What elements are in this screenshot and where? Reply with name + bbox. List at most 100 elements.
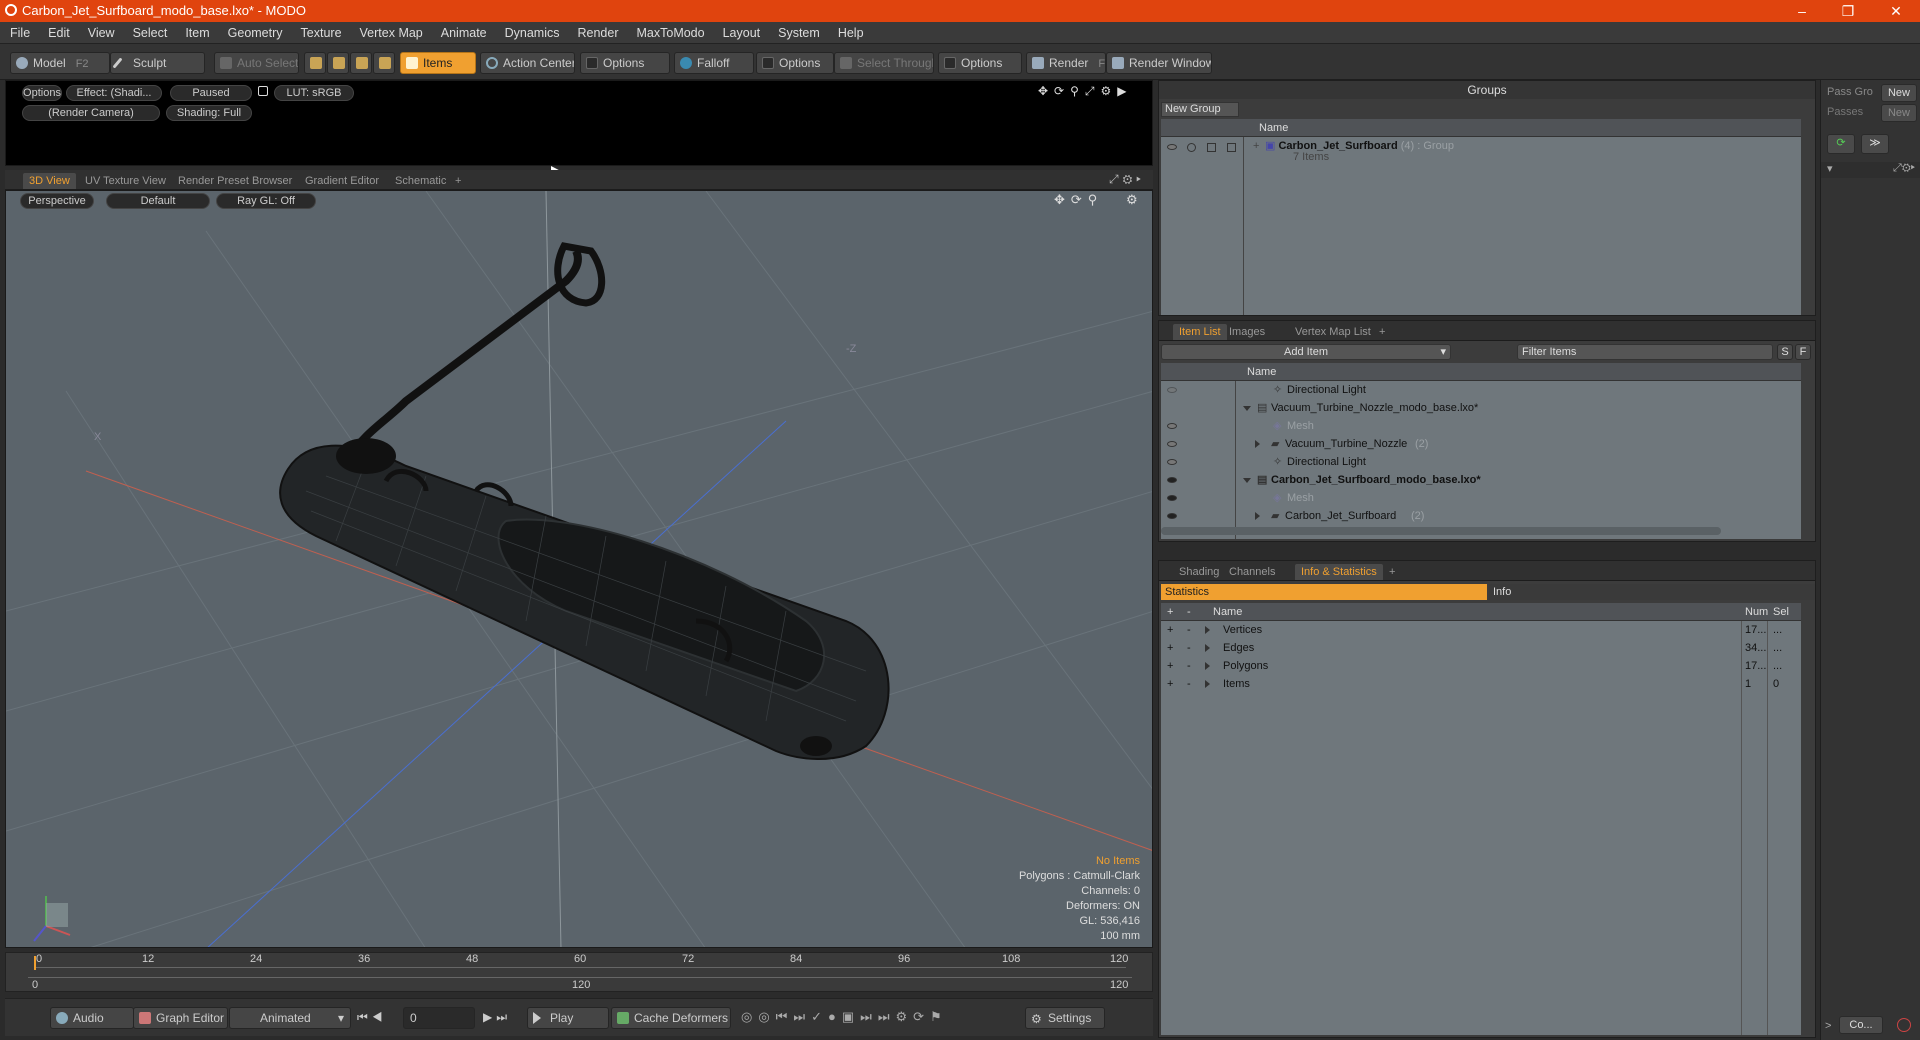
expand-arrow-icon[interactable] <box>1205 680 1210 688</box>
item-row[interactable]: ◈ Mesh <box>1161 417 1801 435</box>
close-button[interactable]: ✕ <box>1876 1 1916 21</box>
tab-info-statistics[interactable]: Info & Statistics <box>1295 564 1383 580</box>
shading-default-dropdown[interactable]: Default <box>106 193 210 209</box>
tab-images[interactable]: Images <box>1223 324 1271 340</box>
audio-button[interactable]: Audio <box>50 1007 134 1029</box>
tab-gradient-editor[interactable]: Gradient Editor <box>299 173 385 189</box>
menu-maxtomodo[interactable]: MaxToModo <box>627 22 713 40</box>
expand-arrow-icon[interactable] <box>1255 512 1260 520</box>
add-tab-button[interactable]: + <box>1383 564 1401 580</box>
add-tab-button[interactable]: + <box>1373 324 1391 340</box>
items-mode-button[interactable]: Items <box>400 52 476 74</box>
eye-icon[interactable] <box>1167 513 1177 519</box>
record-icon[interactable] <box>1897 1018 1911 1032</box>
viewport-nav-icons[interactable]: ✥⟳⚲ <box>1054 192 1103 208</box>
expand-arrow-icon[interactable] <box>1243 406 1251 411</box>
menu-render[interactable]: Render <box>568 22 627 40</box>
stats-row[interactable]: + - Items 1 0 <box>1161 675 1801 693</box>
materials-mode-button[interactable] <box>373 52 395 74</box>
expand-right-icon[interactable]: ≫ <box>1861 134 1889 154</box>
menu-texture[interactable]: Texture <box>291 22 350 40</box>
preview-options-button[interactable]: Options <box>22 85 62 101</box>
filter-items-input[interactable]: Filter Items <box>1517 344 1773 360</box>
menu-help[interactable]: Help <box>828 22 872 40</box>
animated-dropdown[interactable]: Animated ▾ <box>229 1007 351 1029</box>
render-button[interactable]: Render F9 <box>1026 52 1106 74</box>
item-row[interactable]: ✧ Directional Light <box>1161 381 1801 399</box>
falloff-options-button[interactable]: Options <box>756 52 834 74</box>
menu-vertex-map[interactable]: Vertex Map <box>350 22 431 40</box>
maximize-button[interactable]: ❐ <box>1828 1 1868 21</box>
new-pass-group-button[interactable]: New <box>1881 84 1917 102</box>
perspective-dropdown[interactable]: Perspective <box>20 193 94 209</box>
menu-edit[interactable]: Edit <box>38 22 78 40</box>
expand-arrow-icon[interactable] <box>1243 478 1251 483</box>
menu-system[interactable]: System <box>768 22 828 40</box>
tab-vertex-map-list[interactable]: Vertex Map List <box>1289 324 1377 340</box>
item-row[interactable]: ◈ Mesh <box>1161 489 1801 507</box>
menu-file[interactable]: File <box>0 22 38 40</box>
item-row[interactable]: ▤ Carbon_Jet_Surfboard_modo_base.lxo* <box>1161 471 1801 489</box>
lock-icon[interactable] <box>258 86 268 96</box>
expand-arrow-icon[interactable] <box>1205 626 1210 634</box>
new-pass-button[interactable]: New <box>1881 104 1917 122</box>
sculpt-mode-button[interactable]: Sculpt <box>110 52 205 74</box>
tab-schematic[interactable]: Schematic <box>389 173 452 189</box>
surfboard-model[interactable] <box>279 242 890 760</box>
eye-icon[interactable] <box>1167 387 1177 393</box>
effect-dropdown[interactable]: Effect: (Shadi... <box>66 85 162 101</box>
shading-dropdown[interactable]: Shading: Full <box>166 105 252 121</box>
stats-row[interactable]: + - Edges 34...... <box>1161 639 1801 657</box>
menu-view[interactable]: View <box>78 22 123 40</box>
vertices-mode-button[interactable] <box>304 52 326 74</box>
play-button[interactable]: Play <box>527 1007 609 1029</box>
eye-icon[interactable] <box>1167 144 1177 150</box>
select-toggle-icon[interactable] <box>1227 143 1236 152</box>
collapse-arrow-icon[interactable]: > <box>1825 1020 1831 1032</box>
lock-toggle-icon[interactable] <box>1207 143 1216 152</box>
filter-f-button[interactable]: F <box>1795 344 1811 360</box>
viewport-gear-icon[interactable]: ⚙ <box>1126 192 1138 208</box>
menu-item[interactable]: Item <box>175 22 217 40</box>
horizontal-scrollbar[interactable] <box>1161 527 1721 535</box>
select-through-options-button[interactable]: Options <box>938 52 1022 74</box>
viewport-corner-icons[interactable]: ⤢⚙▸ <box>1109 172 1145 187</box>
polygons-mode-button[interactable] <box>350 52 372 74</box>
tab-channels[interactable]: Channels <box>1223 564 1281 580</box>
select-through-button[interactable]: Select Through <box>834 52 934 74</box>
panel-corner-icons[interactable]: ⤢⚙▸ <box>1893 162 1915 175</box>
add-item-dropdown[interactable]: Add Item ▾ <box>1161 344 1451 360</box>
lut-dropdown[interactable]: LUT: sRGB <box>274 85 354 101</box>
eye-icon[interactable] <box>1167 495 1177 501</box>
range-bar[interactable] <box>28 977 1132 978</box>
tab-shading[interactable]: Shading <box>1173 564 1225 580</box>
stats-row[interactable]: + - Vertices 17...... <box>1161 621 1801 639</box>
filter-s-button[interactable]: S <box>1777 344 1793 360</box>
item-row[interactable]: ▰ Carbon_Jet_Surfboard (2) <box>1161 507 1801 525</box>
collapse-all-icon[interactable]: - <box>1187 603 1191 621</box>
skip-back-icons[interactable]: ⏮◀ <box>357 1010 387 1025</box>
edges-mode-button[interactable] <box>327 52 349 74</box>
stats-row[interactable]: + - Polygons 17...... <box>1161 657 1801 675</box>
eye-icon[interactable] <box>1167 423 1177 429</box>
item-row[interactable]: ▰ Vacuum_Turbine_Nozzle (2) <box>1161 435 1801 453</box>
frame-input[interactable]: 0 <box>403 1007 475 1029</box>
tab-uv-texture-view[interactable]: UV Texture View <box>79 173 172 189</box>
item-row[interactable]: ✧ Directional Light <box>1161 453 1801 471</box>
action-center-options-button[interactable]: Options <box>580 52 670 74</box>
paused-button[interactable]: Paused <box>170 85 252 101</box>
cache-deformers-button[interactable]: Cache Deformers <box>611 1007 731 1029</box>
refresh-icon[interactable]: ⟳ <box>1827 134 1855 154</box>
eye-icon[interactable] <box>1167 477 1177 483</box>
tab-render-preset-browser[interactable]: Render Preset Browser <box>172 173 298 189</box>
render-window-button[interactable]: Render Window <box>1106 52 1212 74</box>
menu-layout[interactable]: Layout <box>713 22 769 40</box>
tab-3d-view[interactable]: 3D View <box>23 173 76 189</box>
skip-forward-icons[interactable]: ▶⏭ <box>483 1010 511 1025</box>
expand-arrow-icon[interactable] <box>1205 644 1210 652</box>
3d-viewport[interactable]: Perspective Default Ray GL: Off ✥⟳⚲ ⚙ X … <box>5 190 1153 948</box>
add-tab-button[interactable]: + <box>449 173 467 189</box>
key-tools-icons[interactable]: ◎◎⏮⏭✓●▣⏭⏭⚙⟳⚑ <box>741 1009 948 1025</box>
render-camera-dropdown[interactable]: (Render Camera) <box>22 105 160 121</box>
item-row[interactable]: ▤ Vacuum_Turbine_Nozzle_modo_base.lxo* <box>1161 399 1801 417</box>
